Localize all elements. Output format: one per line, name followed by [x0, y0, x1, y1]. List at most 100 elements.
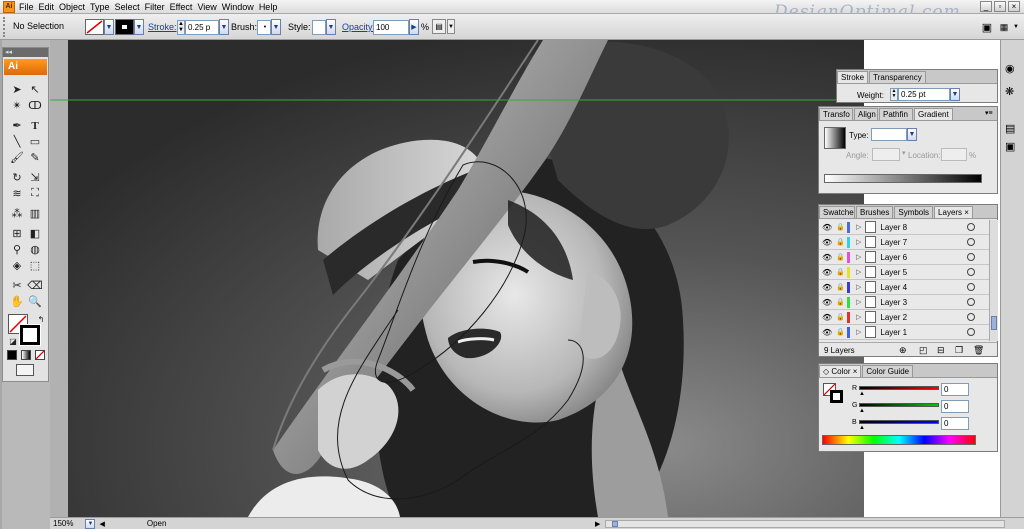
layer-row[interactable]: 👁 🔒 ▷ Layer 4 — [819, 280, 994, 295]
visibility-eye-icon[interactable]: 👁 — [822, 253, 834, 262]
layer-row[interactable]: 👁 🔒 ▷ Layer 1 — [819, 325, 994, 340]
expand-triangle-icon[interactable]: ▷ — [856, 223, 861, 231]
stroke-weight-field[interactable]: ▲ ▼ 0.25 p ▼ — [177, 19, 229, 35]
fill-dropdown-icon[interactable]: ▼ — [104, 19, 114, 35]
target-circle-icon[interactable] — [967, 268, 975, 276]
menu-edit[interactable]: Edit — [39, 2, 60, 12]
layer-row[interactable]: 👁 🔒 ▷ Layer 6 — [819, 250, 994, 265]
menu-select[interactable]: Select — [115, 2, 145, 12]
toolbox-header[interactable]: ◂◂ — [3, 48, 48, 57]
appearance-panel-icon[interactable]: ▤ — [1005, 122, 1015, 135]
visibility-eye-icon[interactable]: 👁 — [822, 298, 834, 307]
new-layer-icon[interactable]: ❐ — [955, 345, 963, 356]
zoom-level[interactable]: 150% — [53, 519, 73, 528]
menu-window[interactable]: Window — [222, 2, 259, 12]
blend-tool-icon[interactable]: ◍ — [27, 242, 43, 257]
live-paint-tool-icon[interactable]: ◈ — [9, 258, 25, 273]
tab-color[interactable]: ◇ Color × — [819, 365, 862, 377]
stroke-spinner-icon[interactable]: ▲ ▼ — [177, 19, 185, 35]
stroke-weight-input[interactable]: 0.25 p — [185, 19, 219, 35]
grip-icon[interactable] — [3, 17, 8, 37]
b-slider-thumb-icon[interactable]: ▲ — [859, 425, 865, 431]
brush-dropdown-icon[interactable]: ▼ — [271, 19, 281, 35]
visibility-eye-icon[interactable]: 👁 — [822, 268, 834, 277]
locate-object-icon[interactable]: ⊕ — [899, 345, 907, 356]
stroke-weight-dropdown-icon[interactable]: ▼ — [219, 19, 229, 35]
layer-row[interactable]: 👁 🔒 ▷ Layer 8 — [819, 220, 994, 235]
app-icon[interactable]: Ai — [3, 0, 15, 13]
tab-pathfinder[interactable]: Pathfin — [879, 108, 913, 120]
gradient-tool-icon[interactable]: ◧ — [27, 226, 43, 241]
target-circle-icon[interactable] — [967, 328, 975, 336]
tab-layers[interactable]: Layers × — [934, 206, 973, 218]
eyedropper-tool-icon[interactable]: ⚲ — [9, 242, 25, 257]
g-slider[interactable] — [859, 403, 939, 407]
gradient-slider-bar[interactable] — [824, 174, 982, 183]
weight-input[interactable]: 0.25 pt — [898, 88, 950, 101]
r-slider-thumb-icon[interactable]: ▲ — [859, 391, 865, 397]
tab-symbols[interactable]: Symbols — [894, 206, 934, 218]
style-dropdown-icon[interactable]: ▼ — [326, 19, 336, 35]
stroke-dropdown-icon[interactable]: ▼ — [134, 19, 144, 35]
gradient-type-select[interactable] — [871, 128, 907, 141]
menu-effect[interactable]: Effect — [170, 2, 198, 12]
target-circle-icon[interactable] — [967, 223, 975, 231]
horizontal-scrollbar[interactable] — [605, 520, 1005, 528]
status-menu-icon[interactable]: ▶ — [595, 520, 600, 528]
lasso-tool-icon[interactable]: ↀ — [27, 98, 43, 113]
opacity-input[interactable]: 100 — [373, 19, 409, 35]
layer-row[interactable]: 👁 🔒 ▷ Layer 3 — [819, 295, 994, 310]
paintbrush-tool-icon[interactable]: 🖌 — [9, 150, 25, 165]
color-mode-icon[interactable] — [7, 350, 17, 360]
artboard-photo[interactable] — [68, 40, 864, 517]
layer-name[interactable]: Layer 4 — [880, 283, 907, 292]
layer-name[interactable]: Layer 7 — [880, 238, 907, 247]
menu-filter[interactable]: Filter — [145, 2, 170, 12]
eraser-tool-icon[interactable]: ⌫ — [27, 278, 43, 293]
expand-triangle-icon[interactable]: ▷ — [856, 298, 861, 306]
visibility-eye-icon[interactable]: 👁 — [822, 283, 834, 292]
hand-tool-icon[interactable]: ✋ — [9, 294, 25, 309]
color-stroke-swatch[interactable] — [830, 390, 843, 403]
horizontal-scroll-thumb[interactable] — [612, 521, 618, 527]
fill-swatch[interactable]: ▼ — [85, 19, 114, 35]
b-slider[interactable] — [859, 420, 939, 424]
weight-dropdown-icon[interactable]: ▼ — [950, 88, 960, 101]
visibility-eye-icon[interactable]: 👁 — [822, 238, 834, 247]
default-fill-stroke-icon[interactable]: ◪ — [5, 334, 21, 349]
bridge-icon[interactable]: ▦ — [998, 20, 1010, 34]
visibility-eye-icon[interactable]: 👁 — [822, 328, 834, 337]
expand-triangle-icon[interactable]: ▷ — [856, 238, 861, 246]
menu-view[interactable]: View — [197, 2, 221, 12]
layer-row[interactable]: 👁 🔒 ▷ Layer 7 — [819, 235, 994, 250]
tab-brushes[interactable]: Brushes — [856, 206, 894, 218]
opacity-dropdown-icon[interactable]: ▶ — [409, 19, 419, 35]
restore-icon[interactable]: ▫ — [994, 1, 1006, 12]
document-setup-icon[interactable]: ▤ — [432, 19, 446, 34]
lock-icon[interactable]: 🔒 — [836, 238, 846, 246]
workspace-dropdown-icon[interactable]: ▼ — [1012, 20, 1020, 34]
expand-triangle-icon[interactable]: ▷ — [856, 253, 861, 261]
stroke-swatch[interactable]: ▼ — [115, 19, 144, 35]
brush-selector[interactable]: • ▼ — [257, 19, 281, 35]
visibility-eye-icon[interactable]: 👁 — [822, 313, 834, 322]
expand-triangle-icon[interactable]: ▷ — [856, 283, 861, 291]
symbols-panel-icon[interactable]: ❋ — [1005, 85, 1014, 98]
r-input[interactable]: 0 — [941, 383, 969, 396]
menu-file[interactable]: File — [19, 2, 39, 12]
target-circle-icon[interactable] — [967, 298, 975, 306]
zoom-tool-icon[interactable]: 🔍 — [27, 294, 43, 309]
expand-triangle-icon[interactable]: ▷ — [856, 268, 861, 276]
tab-align[interactable]: Align — [854, 108, 878, 120]
layer-row[interactable]: 👁 🔒 ▷ Layer 5 — [819, 265, 994, 280]
tab-transparency[interactable]: Transparency — [869, 71, 926, 83]
pen-tool-icon[interactable]: ✒ — [9, 118, 25, 133]
lock-icon[interactable]: 🔒 — [836, 253, 846, 261]
layer-name[interactable]: Layer 3 — [880, 298, 907, 307]
lock-icon[interactable]: 🔒 — [836, 268, 846, 276]
layer-row[interactable]: 👁 🔒 ▷ Layer 2 — [819, 310, 994, 325]
stroke-black-swatch[interactable] — [19, 324, 41, 346]
screen-mode-icon[interactable] — [16, 364, 34, 376]
symbol-sprayer-tool-icon[interactable]: ⁂ — [9, 206, 25, 221]
workspace-icon[interactable]: ▣ — [978, 20, 996, 34]
